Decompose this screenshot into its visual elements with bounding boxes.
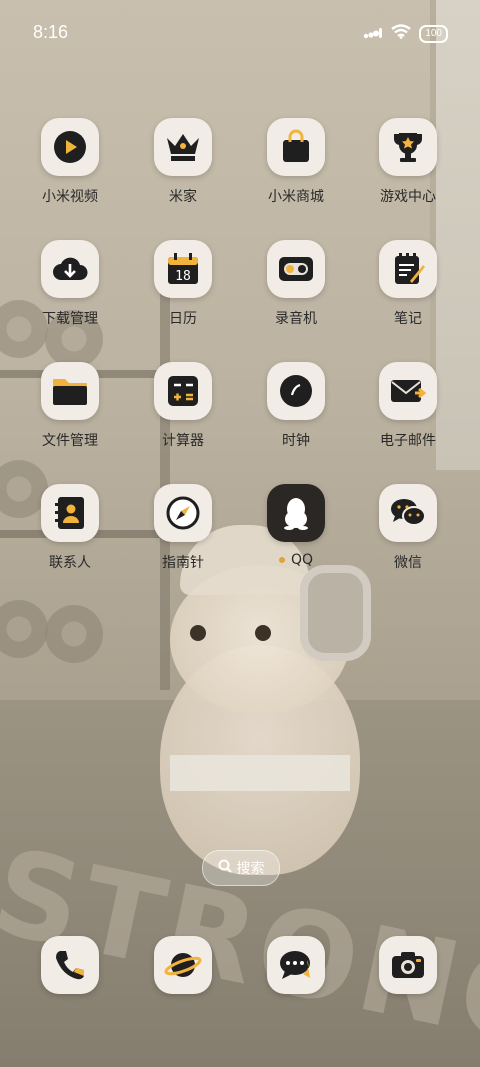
calculator-icon [154,362,212,420]
app-label-row: QQ [240,552,352,568]
app-xiaomi-mall[interactable]: 小米商城 [240,118,352,206]
folder-icon [41,362,99,420]
qq-penguin-icon [267,484,325,542]
home-search-button[interactable]: 搜索 [202,850,280,886]
app-clock[interactable]: 时钟 [240,362,352,450]
app-calculator[interactable]: 计算器 [127,362,239,450]
app-file-manager[interactable]: 文件管理 [14,362,126,450]
clock-icon [267,362,325,420]
app-qq[interactable]: QQ [240,484,352,568]
app-recorder[interactable]: 录音机 [240,240,352,328]
dock-messages[interactable] [240,936,352,994]
play-icon [41,118,99,176]
status-time: 8:16 [33,22,69,42]
app-label: QQ [290,552,314,568]
app-label: 联系人 [49,555,91,571]
mail-icon [379,362,437,420]
app-compass[interactable]: 指南针 [127,484,239,572]
app-label: 日历 [169,311,197,327]
app-label: 笔记 [394,311,422,327]
app-download-manager[interactable]: 下载管理 [14,240,126,328]
app-game-center[interactable]: 游戏中心 [352,118,464,206]
app-xiaomi-video[interactable]: 小米视频 [14,118,126,206]
dock-phone[interactable] [14,936,126,994]
app-notes[interactable]: 笔记 [352,240,464,328]
app-label: 时钟 [282,433,310,449]
app-label: 游戏中心 [380,189,436,205]
calendar-day: 18 [175,269,191,284]
new-install-dot [278,557,285,563]
crown-icon [154,118,212,176]
recorder-icon [267,240,325,298]
status-bar: 8:16 100 [0,0,480,64]
app-label: 指南针 [162,555,204,571]
dock-camera[interactable] [352,936,464,994]
app-label: 小米商城 [268,189,324,205]
contacts-icon [41,484,99,542]
shopping-bag-icon [267,118,325,176]
app-label: 文件管理 [42,433,98,449]
search-icon [218,859,232,877]
calendar-icon: 18 [154,240,212,298]
app-label: 录音机 [275,311,317,327]
app-label: 微信 [394,555,422,571]
app-label: 小米视频 [42,189,98,205]
app-label: 下载管理 [42,311,98,327]
dock-browser[interactable] [127,936,239,994]
search-label: 搜索 [236,861,265,877]
phone-icon [41,936,99,994]
wallpaper-hamster [150,525,371,875]
status-icons: 100 [363,24,448,43]
browser-planet-icon [154,936,212,994]
wifi-icon [391,24,412,43]
app-email[interactable]: 电子邮件 [352,362,464,450]
notepad-icon [379,240,437,298]
signal-icon [363,24,383,43]
camera-icon [379,936,437,994]
battery-indicator: 100 [419,24,448,43]
app-contacts[interactable]: 联系人 [14,484,126,572]
app-label: 电子邮件 [380,433,436,449]
app-label: 计算器 [162,433,204,449]
compass-icon [154,484,212,542]
cloud-download-icon [41,240,99,298]
app-wechat[interactable]: 微信 [352,484,464,572]
app-calendar[interactable]: 18 日历 [127,240,239,328]
wechat-icon [379,484,437,542]
trophy-icon [379,118,437,176]
app-label: 米家 [169,189,197,205]
messages-icon [267,936,325,994]
app-mijia[interactable]: 米家 [127,118,239,206]
